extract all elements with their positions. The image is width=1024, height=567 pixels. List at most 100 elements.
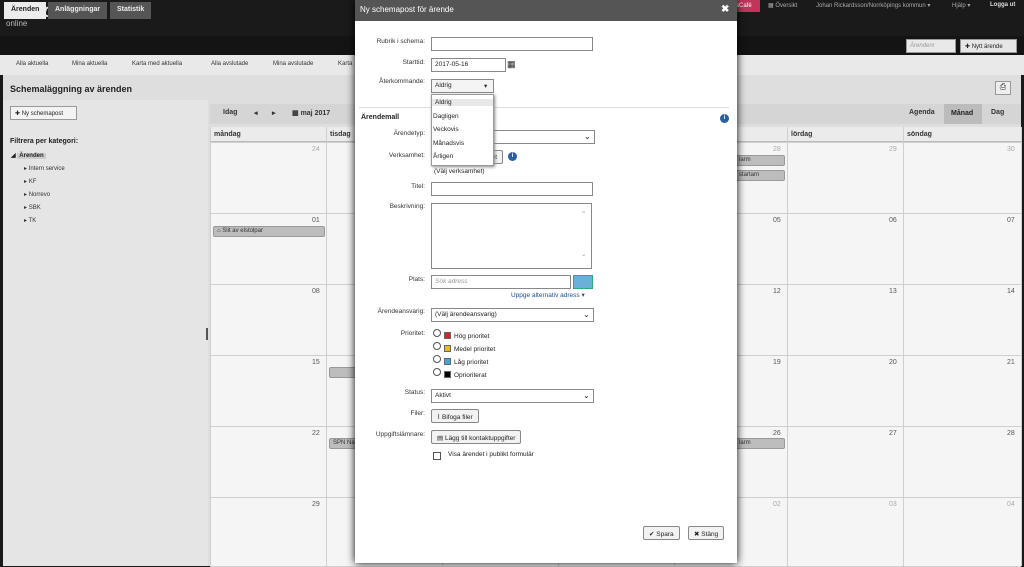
info-icon[interactable]: i xyxy=(508,152,517,161)
grid-line xyxy=(903,127,904,566)
tree-label: Norrevo xyxy=(28,192,51,198)
dropdown-option[interactable]: Årligen xyxy=(433,153,453,160)
subnav-all-current[interactable]: Alla aktuella xyxy=(16,61,48,67)
today-button[interactable]: Idag xyxy=(223,109,237,116)
help-menu[interactable]: Hjälp ▾ xyxy=(952,2,970,9)
overview-link[interactable]: ▦ Översikt xyxy=(768,2,797,9)
day-number[interactable]: 24 xyxy=(312,146,320,153)
day-number[interactable]: 03 xyxy=(889,501,897,508)
view-agenda-button[interactable]: Agenda xyxy=(909,109,935,116)
dropdown-option[interactable]: Månadsvis xyxy=(433,140,464,147)
day-number[interactable]: 26 xyxy=(773,430,781,437)
tree-item-tk[interactable]: ▸ TK xyxy=(24,217,36,224)
rubrik-input[interactable] xyxy=(431,37,593,51)
day-number[interactable]: 06 xyxy=(889,217,897,224)
save-button[interactable]: ✔ Spara xyxy=(643,526,680,540)
title-label: Titel: xyxy=(411,183,425,190)
user-menu[interactable]: Johan Rickardsson/Norrköpings kommun ▾ xyxy=(816,2,930,9)
day-number[interactable]: 27 xyxy=(889,430,897,437)
close-icon[interactable]: ✖ xyxy=(721,4,729,15)
tree-item-arenden[interactable]: ◢ Ärenden xyxy=(11,152,46,159)
recurring-select[interactable]: Aldrig ▾ xyxy=(431,79,494,93)
calendar-event[interactable]: larm xyxy=(735,155,785,166)
tree-label: SBK xyxy=(28,205,41,211)
tree-item-intern[interactable]: ▸ Intern service xyxy=(24,165,65,172)
day-number[interactable]: 19 xyxy=(773,359,781,366)
print-button[interactable]: ⎙ xyxy=(995,81,1011,95)
add-contact-button[interactable]: ▤ Lägg till kontaktuppgifter xyxy=(431,430,522,444)
day-number[interactable]: 13 xyxy=(889,288,897,295)
description-textarea[interactable]: ⌃ ⌄ xyxy=(431,203,592,269)
day-number[interactable]: 04 xyxy=(1007,501,1015,508)
tree-item-sbk[interactable]: ▸ SBK xyxy=(24,204,41,211)
day-number[interactable]: 29 xyxy=(889,146,897,153)
dropdown-option[interactable]: Veckovis xyxy=(433,126,459,133)
tab-anlaggningar[interactable]: Anläggningar xyxy=(48,2,108,19)
next-month-button[interactable]: ▸ xyxy=(272,109,276,117)
priority-radio[interactable] xyxy=(433,355,441,363)
tree-label: TK xyxy=(28,218,37,224)
priority-radio[interactable] xyxy=(433,368,441,376)
case-search-input[interactable]: Ärendenr xyxy=(906,39,956,53)
alt-address-link[interactable]: Uppge alternativ adress ▾ xyxy=(511,291,585,299)
new-schedule-button[interactable]: ✚ Ny schemapost xyxy=(10,106,77,120)
chevron-down-icon: ⌄ xyxy=(583,310,590,319)
day-number[interactable]: 21 xyxy=(1007,359,1015,366)
day-number[interactable]: 28 xyxy=(1007,430,1015,437)
public-checkbox[interactable] xyxy=(433,452,441,460)
subnav-map-closed[interactable]: Karta xyxy=(338,61,352,67)
prev-month-button[interactable]: ◂ xyxy=(254,109,258,117)
priority-radio[interactable] xyxy=(433,329,441,337)
tree-item-kf[interactable]: ▸ KF xyxy=(24,178,36,185)
day-number[interactable]: 01 xyxy=(312,217,320,224)
dropdown-option[interactable]: Dagligen xyxy=(433,113,459,120)
subnav-map-current[interactable]: Karta med aktuella xyxy=(132,61,182,67)
view-month-button[interactable]: Månad xyxy=(944,104,982,124)
status-select[interactable]: Aktivt ⌄ xyxy=(431,389,594,403)
tab-arenden[interactable]: Ärenden xyxy=(4,2,47,19)
close-label: Stäng xyxy=(701,531,719,538)
day-number[interactable]: 07 xyxy=(1007,217,1015,224)
day-number[interactable]: 02 xyxy=(773,501,781,508)
subnav-all-closed[interactable]: Alla avslutade xyxy=(211,61,248,67)
month-label: maj 2017 xyxy=(300,110,331,117)
tab-statistik[interactable]: Statistik xyxy=(110,2,152,19)
day-number[interactable]: 28 xyxy=(773,146,781,153)
day-number[interactable]: 15 xyxy=(312,359,320,366)
user-label: Johan Rickardsson/Norrköpings kommun xyxy=(816,3,926,9)
panel-collapse-handle[interactable] xyxy=(206,328,208,340)
subnav-my-closed[interactable]: Mina avslutade xyxy=(273,61,313,67)
title-input[interactable] xyxy=(431,182,593,196)
attach-files-button[interactable]: ⌇ Bifoga filer xyxy=(431,409,479,423)
day-number[interactable]: 05 xyxy=(773,217,781,224)
scroll-down-icon: ⌄ xyxy=(581,251,587,258)
day-number[interactable]: 20 xyxy=(889,359,897,366)
dropdown-option[interactable]: Aldrig xyxy=(432,99,493,106)
priority-radio[interactable] xyxy=(433,342,441,350)
map-icon[interactable] xyxy=(573,275,593,289)
day-number[interactable]: 29 xyxy=(312,501,320,508)
day-number[interactable]: 12 xyxy=(773,288,781,295)
start-date-input[interactable]: 2017-05-16 xyxy=(431,58,506,72)
subnav-my-current[interactable]: Mina aktuella xyxy=(72,61,107,67)
address-search-input[interactable]: Sök adress xyxy=(431,275,571,289)
close-button[interactable]: ✖ Stäng xyxy=(688,526,725,540)
day-number[interactable]: 14 xyxy=(1007,288,1015,295)
responsible-select[interactable]: (Välj ärendeansvarig) ⌄ xyxy=(431,308,594,322)
tree-item-norrevo[interactable]: ▸ Norrevo xyxy=(24,191,50,198)
recurring-value: Aldrig xyxy=(435,82,452,89)
info-icon[interactable]: i xyxy=(720,114,729,123)
day-number[interactable]: 08 xyxy=(312,288,320,295)
day-number[interactable]: 30 xyxy=(1007,146,1015,153)
day-number[interactable]: 22 xyxy=(312,430,320,437)
calendar-icon[interactable]: ▦ xyxy=(507,59,516,70)
logout-link[interactable]: Logga ut xyxy=(990,2,1015,8)
calendar-event[interactable]: ⌂ Slit av elstolpar xyxy=(213,226,325,237)
view-day-button[interactable]: Dag xyxy=(991,109,1004,116)
plus-icon: ✚ xyxy=(15,111,22,117)
month-picker[interactable]: ▦ maj 2017 xyxy=(292,109,330,117)
calendar-event[interactable]: larm xyxy=(735,438,785,449)
new-case-button[interactable]: ✚ Nytt ärende xyxy=(960,39,1017,53)
dialog-title: Ny schemapost för ärende xyxy=(355,0,737,21)
calendar-event[interactable]: startarn xyxy=(735,170,785,181)
